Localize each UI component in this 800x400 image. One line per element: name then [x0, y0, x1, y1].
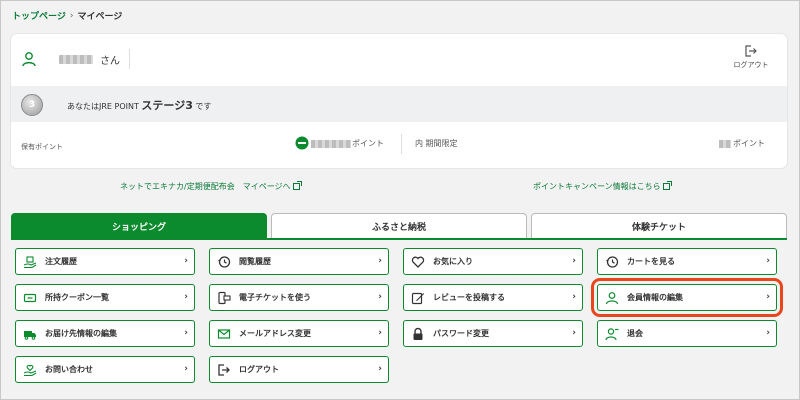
user-honorific: さん — [100, 56, 120, 67]
mail-icon — [216, 326, 232, 342]
ekinaka-mypage-link[interactable]: ネットでエキナカ/定期便配布会 マイページへ — [120, 181, 302, 192]
breadcrumb-separator: › — [69, 10, 74, 21]
chevron-right-icon: › — [378, 328, 382, 338]
user-icon — [604, 290, 620, 306]
logout-button[interactable]: ログアウト › — [209, 356, 389, 383]
user-icon — [22, 52, 36, 67]
logout-icon — [745, 45, 757, 57]
menu-grid: 注文履歴 › 閲覧履歴 › お気に入り › カートを見る › 所持クーポン一覧 … — [15, 248, 783, 383]
chevron-right-icon: › — [378, 292, 382, 302]
menu-label: お問い合わせ — [45, 365, 93, 374]
ekinaka-mypage-link-label: ネットでエキナカ/定期便配布会 マイページへ — [120, 182, 291, 191]
chevron-right-icon: › — [572, 328, 576, 338]
tab-experience-ticket[interactable]: 体験チケット — [531, 213, 787, 239]
stage-row: 3 あなたはJRE POINT ステージ3 です — [11, 86, 787, 122]
chevron-right-icon: › — [766, 256, 770, 266]
tab-shopping[interactable]: ショッピング — [11, 213, 267, 239]
edit-member-info-button[interactable]: 会員情報の編集 › — [591, 278, 783, 317]
divider — [401, 134, 402, 154]
contact-us-button[interactable]: お問い合わせ › — [15, 356, 195, 383]
truck-icon — [22, 326, 38, 342]
point-campaign-link[interactable]: ポイントキャンペーン情報はこちら — [533, 181, 672, 192]
category-tabs: ショッピング ふるさと納税 体験チケット — [11, 213, 787, 239]
coupon-icon — [22, 290, 38, 306]
chevron-right-icon: › — [572, 256, 576, 266]
chevron-right-icon: › — [184, 256, 188, 266]
member-summary-card: さん ログアウト 3 あなたはJRE POINT ステージ3 です 保有ポイント… — [11, 34, 787, 168]
logout-icon — [216, 362, 232, 378]
tab-furusato-tax[interactable]: ふるさと納税 — [271, 213, 527, 239]
hand-box-icon — [22, 254, 38, 270]
user-name-masked — [59, 55, 93, 64]
unsubscribe-button[interactable]: 退会 › — [597, 320, 777, 347]
stage-level: ステージ3 — [141, 99, 193, 112]
stage-text: あなたはJRE POINT ステージ3 です — [67, 97, 211, 113]
menu-label: パスワード変更 — [433, 329, 489, 338]
history-icon — [216, 254, 232, 270]
external-link-icon — [662, 181, 672, 190]
breadcrumb-current: マイページ — [77, 12, 123, 22]
chevron-right-icon: › — [766, 328, 770, 338]
menu-label: 退会 — [627, 329, 643, 338]
stage-suffix: です — [192, 102, 212, 111]
menu-label: 会員情報の編集 — [627, 293, 683, 302]
edit-delivery-address-button[interactable]: お届け先情報の編集 › — [15, 320, 195, 347]
chevron-right-icon: › — [766, 292, 770, 302]
history-icon — [604, 254, 620, 270]
chevron-right-icon: › — [184, 292, 188, 302]
view-cart-button[interactable]: カートを見る › — [597, 248, 777, 275]
post-review-button[interactable]: レビューを投稿する › — [403, 284, 583, 311]
chevron-right-icon: › — [184, 328, 188, 338]
e-ticket-button[interactable]: 電子チケットを使う › — [209, 284, 389, 311]
chevron-right-icon: › — [572, 292, 576, 302]
points-row: 保有ポイント ポイント 内 期間限定 ポイント — [11, 122, 787, 168]
limited-points-masked — [719, 140, 731, 148]
tabs-underline — [11, 238, 787, 240]
menu-label: ログアウト — [239, 365, 279, 374]
menu-label: カートを見る — [627, 257, 675, 266]
jre-point-icon — [295, 136, 309, 150]
menu-label: 注文履歴 — [45, 257, 77, 266]
held-points-masked — [311, 140, 351, 148]
menu-label: 電子チケットを使う — [239, 293, 311, 302]
menu-label: 閲覧履歴 — [239, 257, 271, 266]
lock-icon — [410, 326, 426, 342]
breadcrumb: トップページ › マイページ — [12, 9, 123, 23]
header-logout-label: ログアウト — [733, 61, 769, 69]
user-leave-icon — [604, 326, 620, 342]
change-email-button[interactable]: メールアドレス変更 › — [209, 320, 389, 347]
chevron-right-icon: › — [378, 364, 382, 374]
browse-history-button[interactable]: 閲覧履歴 › — [209, 248, 389, 275]
hand-heart-icon — [22, 362, 38, 378]
favorites-button[interactable]: お気に入り › — [403, 248, 583, 275]
limited-points-unit: ポイント — [733, 139, 765, 148]
user-row: さん ログアウト — [11, 34, 787, 86]
menu-label: 所持クーポン一覧 — [45, 293, 109, 302]
held-points-unit: ポイント — [352, 139, 384, 148]
menu-label: お気に入り — [433, 257, 473, 266]
menu-label: メールアドレス変更 — [239, 329, 311, 338]
menu-label: レビューを投稿する — [433, 293, 505, 302]
heart-icon — [410, 254, 426, 270]
order-history-button[interactable]: 注文履歴 › — [15, 248, 195, 275]
edit-icon — [410, 290, 426, 306]
change-password-button[interactable]: パスワード変更 › — [403, 320, 583, 347]
divider — [129, 49, 130, 69]
menu-label: お届け先情報の編集 — [45, 329, 117, 338]
stage-badge-icon: 3 — [21, 94, 43, 116]
held-points-label: 保有ポイント — [21, 143, 63, 151]
external-link-icon — [292, 181, 302, 190]
breadcrumb-home-link[interactable]: トップページ — [12, 9, 66, 22]
coupon-list-button[interactable]: 所持クーポン一覧 › — [15, 284, 195, 311]
limited-points-label: 内 期間限定 — [415, 139, 458, 148]
phone-ticket-icon — [216, 290, 232, 306]
chevron-right-icon: › — [378, 256, 382, 266]
header-logout-button[interactable]: ログアウト — [729, 44, 773, 70]
stage-prefix: あなたはJRE POINT — [67, 102, 142, 111]
chevron-right-icon: › — [184, 364, 188, 374]
point-campaign-link-label: ポイントキャンペーン情報はこちら — [533, 182, 661, 191]
